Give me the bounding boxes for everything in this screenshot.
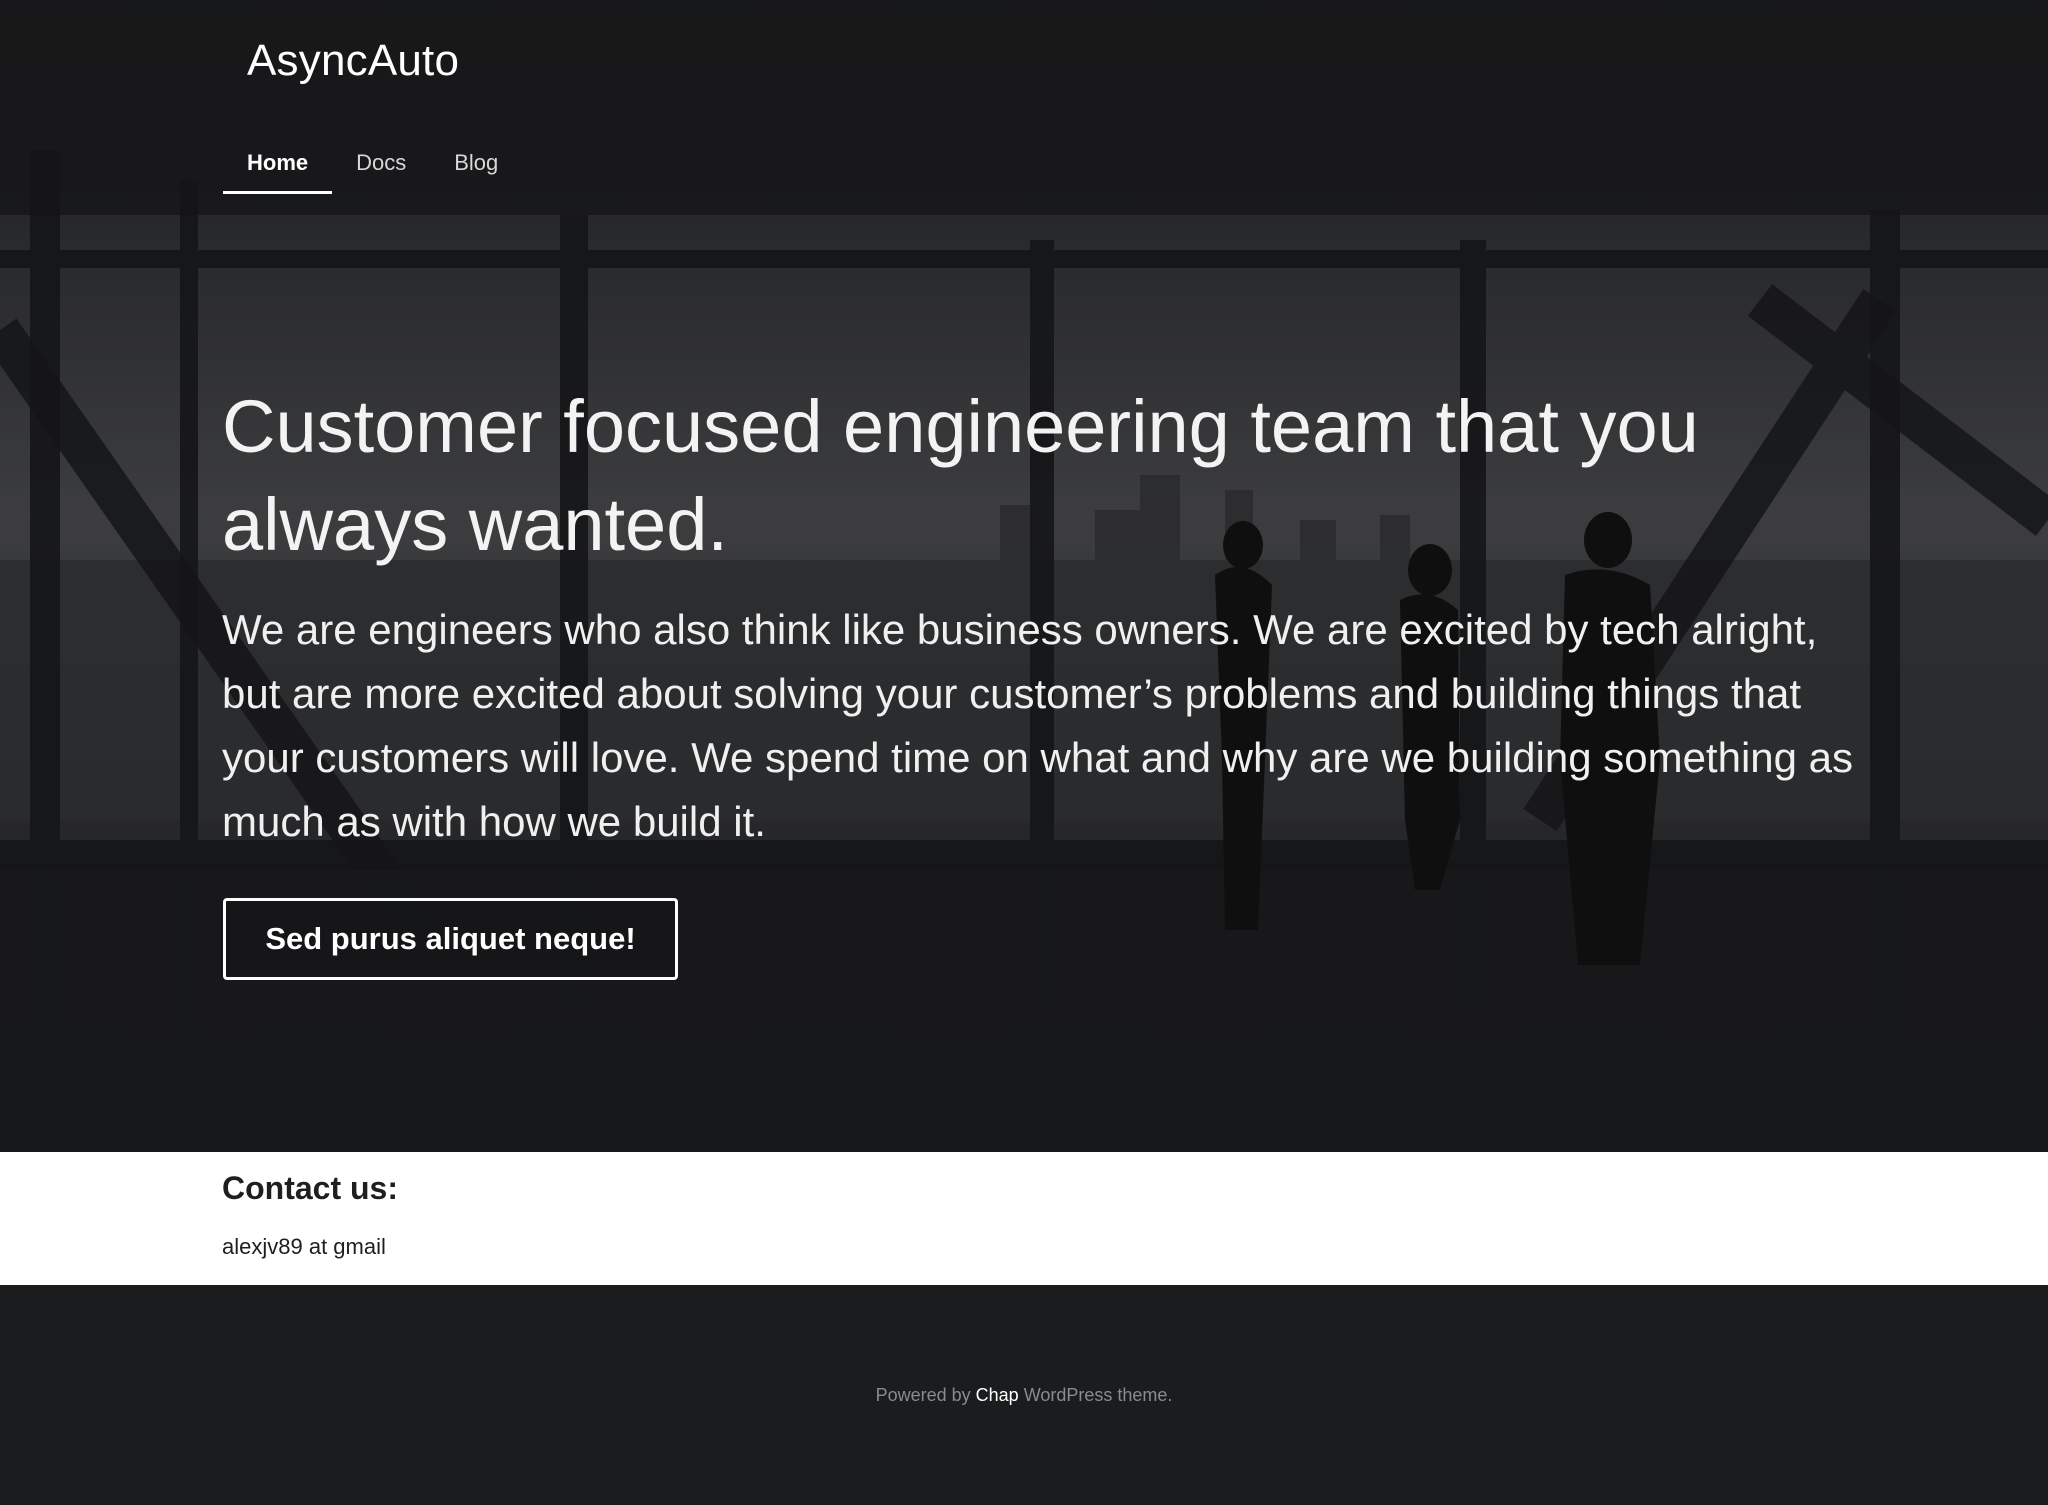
footer-prefix: Powered by — [875, 1385, 971, 1405]
hero-lead-text: We are engineers who also think like bus… — [222, 606, 1854, 845]
footer-credit: Powered by Chap WordPress theme. — [0, 1385, 2048, 1406]
footer-theme-link[interactable]: Chap — [976, 1385, 1019, 1405]
site-brand[interactable]: AsyncAuto — [247, 36, 459, 86]
nav-item-docs[interactable]: Docs — [332, 140, 430, 184]
footer-suffix: WordPress theme. — [1023, 1385, 1173, 1405]
contact-title: Contact us: — [222, 1170, 398, 1206]
main-nav: Home Docs Blog — [223, 140, 522, 194]
hero-cta-button[interactable]: Sed purus aliquet neque! — [223, 898, 678, 980]
nav-item-home[interactable]: Home — [223, 140, 333, 194]
contact-email: alexjv89 at gmail — [222, 1234, 386, 1259]
hero-section: AsyncAuto Home Docs Blog Customer focuse… — [0, 0, 2048, 1152]
nav-item-blog[interactable]: Blog — [430, 140, 522, 184]
site-footer: Powered by Chap WordPress theme. — [0, 1285, 2048, 1505]
contact-section: Contact us: alexjv89 at gmail — [0, 1152, 2048, 1285]
hero-headline: Customer focused engineering team that y… — [222, 385, 1699, 566]
